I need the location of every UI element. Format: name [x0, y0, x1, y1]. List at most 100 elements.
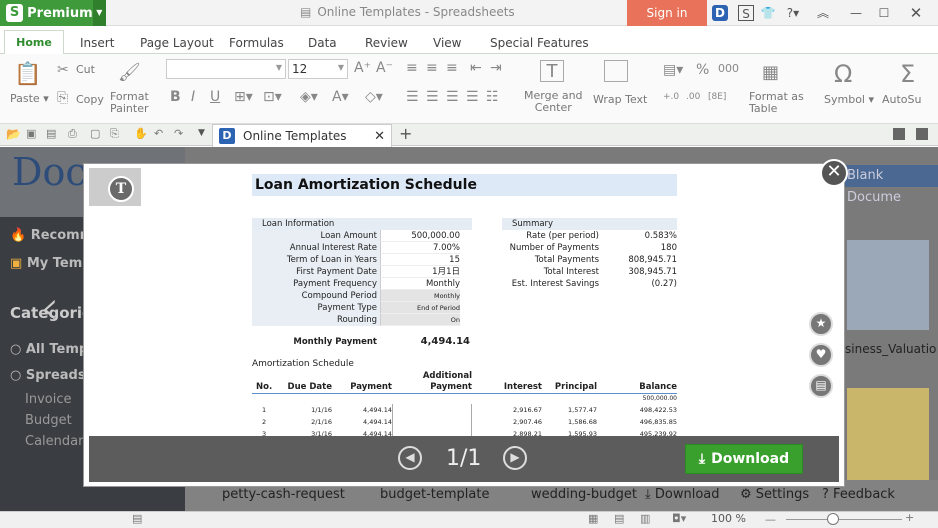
- align-bottom-icon[interactable]: ≡: [446, 60, 458, 76]
- gallery-download-link[interactable]: ⤓ Download: [645, 487, 720, 502]
- template-name-petty-cash[interactable]: petty-cash-request: [222, 487, 345, 502]
- hand-icon[interactable]: ✋: [134, 127, 148, 140]
- underline-icon[interactable]: U: [210, 89, 220, 105]
- page-break-icon[interactable]: ▤: [614, 512, 624, 525]
- tile-icon[interactable]: [893, 128, 905, 140]
- prev-arrow-icon[interactable]: ‹: [40, 280, 59, 336]
- template-thumbnail[interactable]: [847, 240, 929, 330]
- paste-button[interactable]: Paste ▾: [10, 92, 49, 105]
- tab-special-features[interactable]: Special Features: [490, 36, 589, 50]
- collapse-ribbon-icon[interactable]: ︽: [815, 5, 831, 21]
- increase-decimal-icon[interactable]: +.0: [663, 92, 679, 102]
- gallery-feedback-link[interactable]: ? Feedback: [822, 487, 895, 502]
- open-folder-icon[interactable]: 📂: [6, 127, 21, 141]
- font-color-icon[interactable]: A▾: [332, 89, 349, 105]
- format-painter-icon[interactable]: 🖌: [118, 62, 141, 83]
- redo-icon[interactable]: ↷: [174, 127, 183, 140]
- align-middle-icon[interactable]: ≡: [426, 60, 438, 76]
- sidebar-item-my-templates[interactable]: ▣ My Temp: [10, 256, 92, 271]
- autosum-button[interactable]: AutoSu: [882, 93, 922, 106]
- zoom-in-icon[interactable]: +: [905, 511, 914, 524]
- italic-icon[interactable]: I: [191, 89, 195, 105]
- new-tab-icon[interactable]: +: [399, 124, 412, 143]
- template-name-budget[interactable]: budget-template: [380, 487, 489, 502]
- like-heart-icon[interactable]: ♥: [809, 343, 833, 367]
- tab-home[interactable]: Home: [4, 30, 64, 55]
- sidebar-item-budget[interactable]: Budget: [25, 413, 72, 428]
- sheet-status-icon[interactable]: ▤: [132, 512, 142, 525]
- blank-document-button[interactable]: Blank Docume: [845, 165, 938, 205]
- borders-icon[interactable]: ⊞▾: [234, 89, 253, 105]
- loan-info-value[interactable]: 1月1日: [380, 266, 460, 278]
- align-left-icon[interactable]: ☰: [406, 89, 419, 105]
- justify-icon[interactable]: ☰: [466, 89, 479, 105]
- bold-icon[interactable]: B: [170, 89, 181, 105]
- print-icon[interactable]: ⎙: [68, 127, 77, 141]
- chevron-down-icon[interactable]: ▼: [92, 0, 106, 26]
- tab-page-layout[interactable]: Page Layout: [140, 36, 214, 50]
- loan-info-value[interactable]: End of Period: [380, 302, 460, 314]
- close-window-icon[interactable]: ✕: [908, 5, 924, 21]
- undo-icon[interactable]: ↶: [154, 127, 163, 140]
- tab-insert[interactable]: Insert: [80, 36, 114, 50]
- font-size-select[interactable]: 12 ▼: [288, 59, 348, 79]
- reading-mode-icon[interactable]: ◘▾: [672, 512, 686, 525]
- save-icon[interactable]: ▣: [26, 127, 36, 140]
- premium-button[interactable]: S Premium ▼: [0, 0, 106, 26]
- autosum-icon[interactable]: Σ: [900, 60, 915, 88]
- percent-icon[interactable]: %: [696, 62, 709, 78]
- gallery-settings-link[interactable]: ⚙ Settings: [740, 487, 809, 502]
- fill-color-icon[interactable]: ◈▾: [300, 89, 318, 105]
- template-thumbnail-2[interactable]: [847, 388, 929, 480]
- minimize-icon[interactable]: —: [848, 5, 864, 21]
- maximize-icon[interactable]: ☐: [876, 5, 892, 21]
- indent-increase-icon[interactable]: ⇥: [490, 60, 502, 76]
- decrease-decimal-icon[interactable]: .00: [686, 92, 700, 102]
- page-layout-icon[interactable]: ▥: [640, 512, 650, 525]
- favorite-star-icon[interactable]: ★: [809, 312, 833, 336]
- indent-decrease-icon[interactable]: ⇤: [470, 60, 482, 76]
- help-icon[interactable]: ?▾: [782, 5, 804, 21]
- copy-icon[interactable]: ⎘: [57, 90, 68, 106]
- tab-view[interactable]: View: [433, 36, 461, 50]
- save-as-icon[interactable]: ▤: [46, 127, 56, 140]
- tab-data[interactable]: Data: [308, 36, 337, 50]
- sidebar-item-calendar[interactable]: Calendar: [25, 434, 83, 449]
- zoom-slider-handle[interactable]: [827, 513, 839, 525]
- format-table-icon[interactable]: ▦: [762, 62, 779, 83]
- clear-format-icon[interactable]: ◇▾: [365, 89, 383, 105]
- symbol-button[interactable]: Symbol ▾: [824, 93, 874, 106]
- loan-info-value[interactable]: 7.00%: [380, 242, 460, 254]
- tab-online-templates[interactable]: D Online Templates ✕: [212, 124, 392, 147]
- align-top-icon[interactable]: ≡: [406, 60, 418, 76]
- merge-center-button[interactable]: Merge and Center: [524, 90, 583, 114]
- tab-review[interactable]: Review: [365, 36, 408, 50]
- font-name-select[interactable]: ▼: [166, 59, 286, 79]
- comma-style-icon[interactable]: 000: [718, 62, 739, 75]
- template-name-business-valuation[interactable]: siness_Valuatio: [845, 342, 936, 356]
- cut-button[interactable]: Cut: [76, 63, 95, 76]
- zoom-out-icon[interactable]: —: [765, 513, 776, 526]
- download-button[interactable]: ⤓ Download: [685, 444, 803, 474]
- docer-icon[interactable]: D: [712, 5, 728, 21]
- wrap-text-button[interactable]: Wrap Text: [593, 93, 647, 106]
- loan-info-value[interactable]: Monthly: [380, 278, 460, 290]
- copy-button[interactable]: Copy: [76, 93, 104, 106]
- loan-info-value[interactable]: Monthly: [380, 290, 460, 302]
- currency-icon[interactable]: ▤▾: [663, 62, 683, 78]
- sidebar-item-invoice[interactable]: Invoice: [25, 392, 71, 407]
- format-table-button[interactable]: Format as Table: [749, 91, 804, 115]
- wrap-text-icon[interactable]: [604, 60, 628, 82]
- close-modal-button[interactable]: ✕: [820, 159, 848, 187]
- print-preview-icon[interactable]: ▢: [90, 127, 100, 140]
- zoom-slider[interactable]: [786, 519, 902, 520]
- decrease-font-icon[interactable]: A⁻: [376, 60, 393, 76]
- align-center-icon[interactable]: ☰: [426, 89, 439, 105]
- previous-page-button[interactable]: ◀: [398, 446, 422, 470]
- next-page-button[interactable]: ▶: [503, 446, 527, 470]
- loan-info-value[interactable]: 500,000.00: [380, 230, 460, 242]
- paste-icon[interactable]: 📋: [14, 62, 41, 87]
- export-pdf-icon[interactable]: ⎘: [110, 127, 119, 141]
- shirt-icon[interactable]: 👕: [760, 5, 776, 21]
- details-list-icon[interactable]: ▤: [809, 374, 833, 398]
